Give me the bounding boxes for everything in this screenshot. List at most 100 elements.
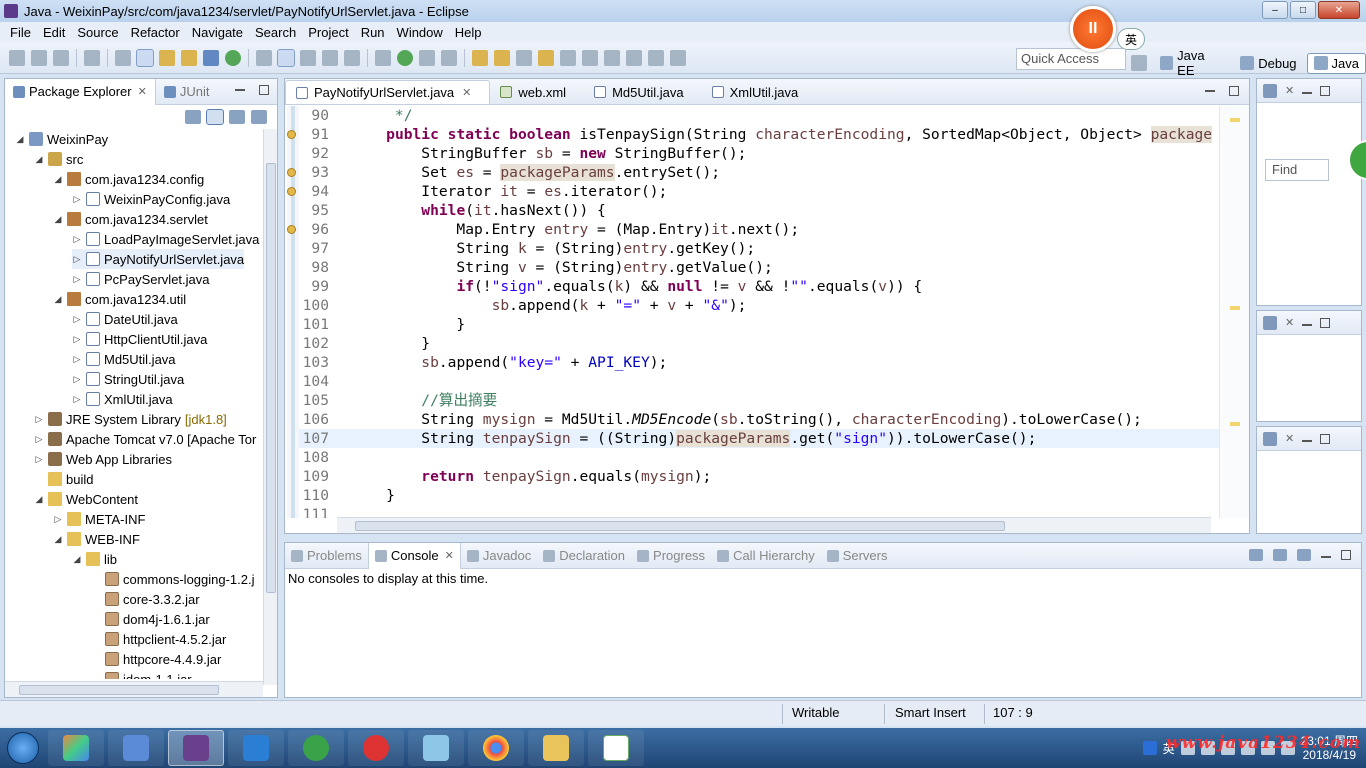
search-icon[interactable] [516, 49, 532, 66]
menu-search[interactable]: Search [249, 25, 302, 40]
perspective-java[interactable]: Java [1306, 52, 1366, 74]
close-icon[interactable]: ✕ [445, 549, 454, 562]
start-button[interactable] [0, 728, 46, 768]
tab-console[interactable]: Console ✕ [367, 542, 461, 569]
editor-tab-paynotifyurlservlet[interactable]: PayNotifyUrlServlet.java ✕ [285, 80, 491, 104]
code-line[interactable]: 98 String v = (String)entry.getValue(); [299, 258, 1219, 277]
code-editor[interactable]: 90 */91 public static boolean isTenpaySi… [285, 106, 1249, 518]
overview-warning-marker[interactable] [1230, 306, 1240, 310]
tab-junit[interactable]: JUnit [156, 79, 218, 105]
collapsed-arrow-icon[interactable]: ▷ [34, 434, 44, 445]
warning-marker-icon[interactable] [287, 187, 296, 196]
code-line[interactable]: 96 Map.Entry entry = (Map.Entry)it.next(… [299, 220, 1219, 239]
paragraph-icon[interactable] [344, 49, 360, 66]
maximize-view-icon[interactable] [1229, 86, 1239, 96]
collapsed-arrow-icon[interactable]: ▷ [53, 514, 63, 525]
minimize-view-icon[interactable] [235, 89, 245, 91]
maximize-view-icon[interactable] [259, 85, 269, 95]
taskbar-app-notepad[interactable] [588, 730, 644, 766]
tab-problems[interactable]: Problems [285, 543, 368, 569]
code-line[interactable]: 101 } [299, 315, 1219, 334]
menu-help[interactable]: Help [449, 25, 488, 40]
scrollbar-thumb[interactable] [355, 521, 1005, 531]
tab-declaration[interactable]: Declaration [537, 543, 631, 569]
collapsed-arrow-icon[interactable]: ▷ [72, 374, 82, 385]
tree-item[interactable]: ▷ StringUtil.java [72, 369, 185, 389]
perspective-java-ee[interactable]: Java EE [1154, 46, 1231, 80]
find-input[interactable]: Find [1265, 159, 1329, 181]
editor-tab-md5util[interactable]: Md5Util.java [584, 80, 702, 104]
menu-navigate[interactable]: Navigate [186, 25, 249, 40]
close-icon[interactable]: ✕ [138, 85, 147, 98]
code-line[interactable]: 106 String mysign = Md5Util.MD5Encode(sb… [299, 410, 1219, 429]
code-line[interactable]: 108 [299, 448, 1219, 467]
code-line[interactable]: 92 StringBuffer sb = new StringBuffer(); [299, 144, 1219, 163]
taskbar-app-chrome[interactable] [468, 730, 524, 766]
spring-icon[interactable] [1263, 431, 1277, 446]
editor-tab-web-xml[interactable]: web.xml [490, 80, 584, 104]
back-icon[interactable] [648, 49, 664, 66]
collapsed-arrow-icon[interactable]: ▷ [72, 354, 82, 365]
taskbar-app-snail[interactable] [348, 730, 404, 766]
maximize-view-icon[interactable] [1320, 317, 1331, 328]
code-line[interactable]: 94 Iterator it = es.iterator(); [299, 182, 1219, 201]
annotation-icon[interactable] [560, 49, 576, 66]
tree-item[interactable]: ▷ Apache Tomcat v7.0 [Apache Tor [34, 429, 257, 449]
tree-item[interactable]: ▷ HttpClientUtil.java [72, 329, 208, 349]
code-line[interactable]: 109 return tenpaySign.equals(mysign); [299, 467, 1219, 486]
code-line[interactable]: 95 while(it.hasNext()) { [299, 201, 1219, 220]
collapsed-arrow-icon[interactable]: ▷ [72, 194, 82, 205]
code-line[interactable]: 107 String tenpaySign = ((String)package… [299, 429, 1219, 448]
print-icon[interactable] [84, 49, 100, 66]
open-task-icon[interactable] [494, 49, 510, 66]
next-annotation-icon[interactable] [582, 49, 598, 66]
code-line[interactable]: 102 } [299, 334, 1219, 353]
tree-item[interactable]: ◢ com.java1234.config [53, 169, 205, 189]
tree-item[interactable]: ▷ Md5Util.java [72, 349, 176, 369]
overview-ruler[interactable] [1219, 106, 1249, 518]
run-icon[interactable] [397, 49, 413, 66]
open-perspective-icon[interactable] [1131, 55, 1147, 71]
search-next-icon[interactable] [256, 49, 272, 66]
coverage-icon[interactable] [419, 49, 435, 66]
maximize-button[interactable]: □ [1290, 1, 1316, 19]
close-icon[interactable]: ✕ [1285, 84, 1294, 97]
filter-icon[interactable] [229, 110, 245, 124]
menu-edit[interactable]: Edit [37, 25, 71, 40]
collapsed-arrow-icon[interactable]: ▷ [34, 454, 44, 465]
forward-icon[interactable] [670, 49, 686, 66]
collapsed-arrow-icon[interactable]: ▷ [72, 314, 82, 325]
tab-call-hierarchy[interactable]: Call Hierarchy [711, 543, 821, 569]
show-whitespace-icon[interactable] [322, 49, 338, 66]
menu-project[interactable]: Project [302, 25, 354, 40]
minimize-view-icon[interactable] [1205, 90, 1215, 92]
minimize-view-icon[interactable] [1321, 556, 1331, 558]
tab-package-explorer[interactable]: Package Explorer ✕ [5, 78, 156, 105]
taskbar-app-colorful[interactable] [48, 730, 104, 766]
tree-item[interactable]: ◢ WEB-INF [53, 529, 140, 549]
code-line[interactable]: 93 Set es = packageParams.entrySet(); [299, 163, 1219, 182]
save-all-icon[interactable] [53, 49, 69, 66]
code-line[interactable]: 110 } [299, 486, 1219, 505]
scrollbar-thumb[interactable] [19, 685, 219, 695]
maximize-view-icon[interactable] [1320, 433, 1331, 444]
expanded-arrow-icon[interactable]: ◢ [53, 214, 63, 225]
open-console-icon[interactable] [1297, 549, 1311, 561]
last-edit-icon[interactable] [626, 49, 642, 66]
expanded-arrow-icon[interactable]: ◢ [15, 134, 25, 145]
minimize-button[interactable]: – [1262, 1, 1288, 19]
perspective-debug[interactable]: Debug [1234, 54, 1302, 73]
collapsed-arrow-icon[interactable]: ▷ [72, 234, 82, 245]
code-line[interactable]: 105 //算出摘要 [299, 391, 1219, 410]
menu-source[interactable]: Source [71, 25, 124, 40]
warning-marker-icon[interactable] [287, 225, 296, 234]
collapsed-arrow-icon[interactable]: ▷ [34, 414, 44, 425]
tree-item[interactable]: ▷ JRE System Library [jdk1.8] [34, 409, 227, 429]
link-with-editor-icon[interactable] [206, 109, 224, 125]
skip-breakpoints-icon[interactable] [115, 49, 131, 66]
close-icon[interactable]: ✕ [462, 86, 471, 99]
expanded-arrow-icon[interactable]: ◢ [34, 154, 44, 165]
tab-progress[interactable]: Progress [631, 543, 711, 569]
code-line[interactable]: 91 public static boolean isTenpaySign(St… [299, 125, 1219, 144]
new-server-icon[interactable] [181, 49, 197, 66]
